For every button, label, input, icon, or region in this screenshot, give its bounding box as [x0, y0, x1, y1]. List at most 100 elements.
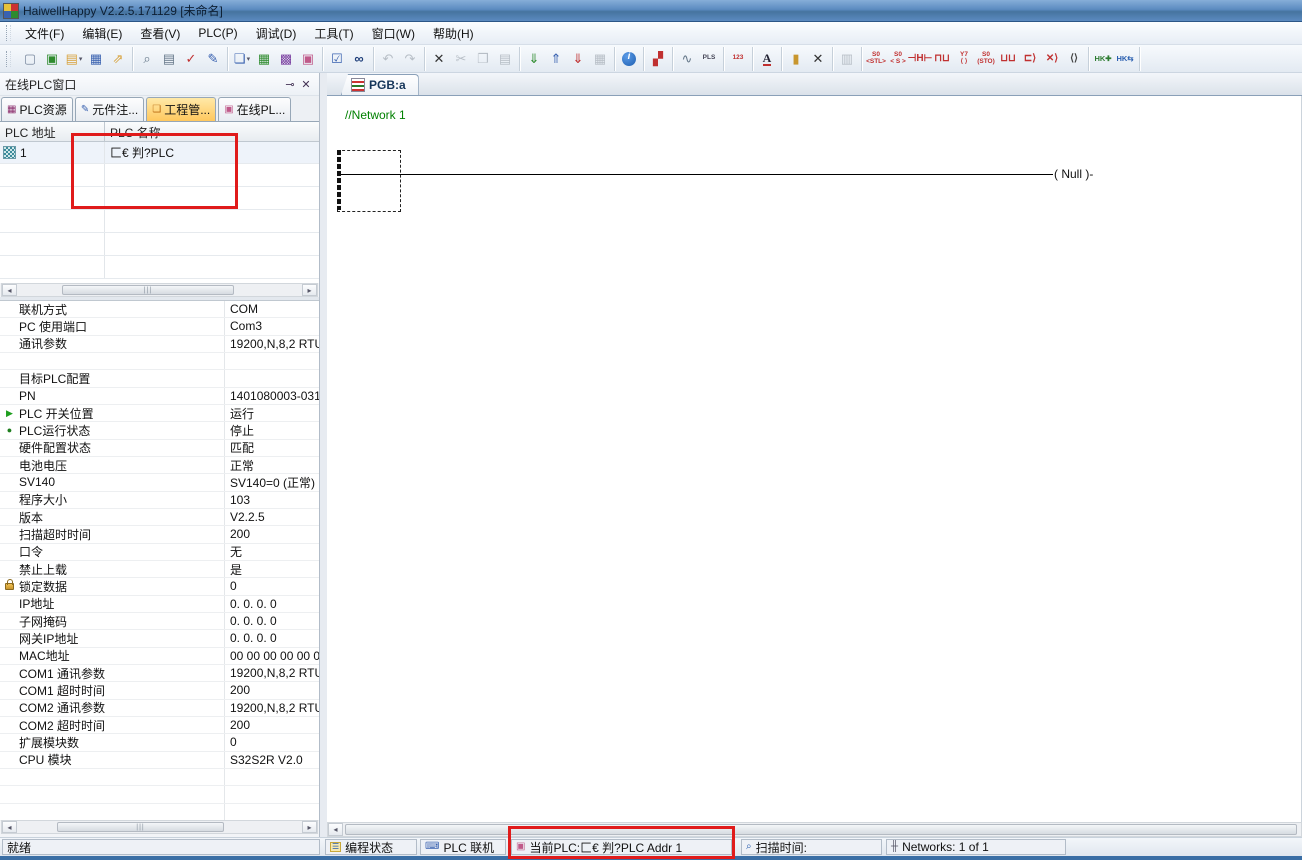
plc-upload-button[interactable]: ⇑: [545, 48, 567, 70]
document-tab-label: PGB:a: [369, 78, 406, 92]
panel-tab-label: PLC资源: [19, 101, 66, 118]
font-button[interactable]: A: [756, 48, 778, 70]
scroll-left-icon[interactable]: ◂: [2, 821, 17, 833]
find-button[interactable]: ∞: [348, 48, 370, 70]
empty-row: [0, 210, 319, 233]
editor-hscrollbar[interactable]: ◂: [327, 822, 1302, 837]
stl-button[interactable]: S0 <STL>: [865, 48, 887, 70]
coil-button[interactable]: ⊏⟩: [1019, 48, 1041, 70]
props-hscrollbar[interactable]: ◂ ||| ▸: [1, 820, 318, 834]
sto-button[interactable]: S0 (STO): [975, 48, 997, 70]
import-project-button[interactable]: ⇗: [107, 48, 129, 70]
hk-add-button[interactable]: HK✚: [1092, 48, 1114, 70]
open-project-button[interactable]: ▤▾: [63, 48, 85, 70]
app-icon: [4, 4, 18, 18]
toolbar-group: ⌕ ▤✓✎: [133, 47, 228, 71]
menu-item-3[interactable]: 查看(V): [131, 22, 189, 45]
status-scan-time-text: 扫描时间:: [756, 839, 807, 855]
property-row: [0, 353, 319, 370]
plc-info-button[interactable]: i: [618, 48, 640, 70]
menu-item-8[interactable]: 帮助(H): [424, 22, 483, 45]
toolbar-grip: [6, 25, 11, 41]
scroll-thumb[interactable]: [345, 824, 1297, 835]
panel-tab-label: 工程管...: [164, 101, 210, 118]
status-networks-text: Networks: 1 of 1: [902, 840, 989, 854]
pls-instruction-button[interactable]: PLS: [698, 48, 720, 70]
panel-tab-4[interactable]: ▣在线PL...: [218, 97, 291, 121]
tab-pgb-a[interactable]: PGB:a: [341, 74, 419, 95]
plc-download-run-icon: ⇓: [573, 52, 584, 65]
scroll-right-icon[interactable]: ▸: [302, 821, 317, 833]
hardware-config-button[interactable]: ▦: [253, 48, 275, 70]
dropdown-icon[interactable]: ▾: [79, 55, 83, 63]
print-button[interactable]: ▤: [158, 48, 180, 70]
window-title: HaiwellHappy V2.2.5.171129 [未命名]: [23, 2, 223, 19]
scroll-left-icon[interactable]: ◂: [2, 284, 17, 296]
delete-button[interactable]: ✕: [428, 48, 450, 70]
scroll-track[interactable]: |||: [17, 821, 302, 833]
print-preview-button[interactable]: ⌕: [136, 48, 158, 70]
save-icon: ▦: [90, 52, 102, 65]
property-label: PLC运行状态: [19, 422, 90, 439]
menu-item-2[interactable]: 编辑(E): [73, 22, 131, 45]
network-topology-button[interactable]: ▞: [647, 48, 669, 70]
scroll-track[interactable]: [343, 823, 1301, 836]
ladder-canvas[interactable]: //Network 1 ( Null )-: [327, 96, 1302, 822]
delete-coil-button[interactable]: ✕⟩: [1041, 48, 1063, 70]
memory-chip-button[interactable]: ▩: [275, 48, 297, 70]
contact-button[interactable]: ⊣H⊢: [909, 48, 931, 70]
pin-icon[interactable]: ⊸: [282, 78, 298, 91]
table-hscrollbar[interactable]: ◂ ||| ▸: [1, 283, 318, 297]
plc-compare-icon: ▦: [594, 52, 606, 65]
clear-button[interactable]: ✕: [807, 48, 829, 70]
menu-item-5[interactable]: 调试(D): [247, 22, 306, 45]
property-row: COM2 通讯参数19200,N,8,2 RTU: [0, 700, 319, 717]
scroll-right-icon[interactable]: ▸: [302, 284, 317, 296]
property-value: 0: [225, 579, 319, 593]
menu-item-7[interactable]: 窗口(W): [363, 22, 424, 45]
toolbar-group: A: [753, 47, 782, 71]
lock-button[interactable]: ▮: [785, 48, 807, 70]
menu-item-6[interactable]: 工具(T): [305, 22, 362, 45]
menu-item-4[interactable]: PLC(P): [189, 23, 246, 43]
property-row: 电池电压正常: [0, 457, 319, 474]
panel-tab-2[interactable]: ✎元件注...: [75, 97, 144, 121]
sto-icon: S0 (STO): [977, 52, 995, 65]
options-button[interactable]: ☑: [326, 48, 348, 70]
menu-item-1[interactable]: 文件(F): [16, 22, 73, 45]
save-button[interactable]: ▦: [85, 48, 107, 70]
plc-download-button[interactable]: ⇓: [523, 48, 545, 70]
doc-check-button[interactable]: ✓: [180, 48, 202, 70]
scroll-track[interactable]: |||: [17, 284, 302, 296]
scroll-thumb[interactable]: |||: [57, 822, 224, 832]
panel-tab-1[interactable]: ▦PLC资源: [1, 97, 73, 121]
window-list-button[interactable]: ❏▾: [231, 48, 253, 70]
compare-contact-button[interactable]: ⟨⟩: [1063, 48, 1085, 70]
debug-probe-button[interactable]: ∿: [676, 48, 698, 70]
print-preview-icon: ⌕: [143, 52, 150, 65]
monitor-table-button[interactable]: ▣: [297, 48, 319, 70]
plc-info-icon: i: [622, 52, 636, 66]
double-coil-button[interactable]: ⊔⊔: [997, 48, 1019, 70]
stl-set-button[interactable]: S0 < S >: [887, 48, 909, 70]
font-icon: A: [763, 52, 772, 66]
hk-swap-button[interactable]: HK⇆: [1114, 48, 1136, 70]
property-value: 19200,N,8,2 RTU: [225, 337, 319, 351]
double-coil-icon: ⊔⊔: [1000, 54, 1016, 64]
convert-il-button[interactable]: 123: [727, 48, 749, 70]
plc-download-run-button[interactable]: ⇓: [567, 48, 589, 70]
new-file-button[interactable]: ▢: [19, 48, 41, 70]
toolbar-group: ❏▾▦▩▣: [228, 47, 323, 71]
doc-edit-button[interactable]: ✎: [202, 48, 224, 70]
coil-y-button[interactable]: Y7 ⟨ ⟩: [953, 48, 975, 70]
close-icon[interactable]: ✕: [298, 78, 314, 91]
new-project-button[interactable]: ▣: [41, 48, 63, 70]
editor-area: PGB:a //Network 1 ( Null )- ◂: [327, 73, 1302, 837]
scroll-left-icon[interactable]: ◂: [328, 823, 343, 836]
dropdown-icon[interactable]: ▾: [247, 55, 251, 63]
panel-tab-3[interactable]: ❏工程管...: [146, 97, 216, 121]
property-value: 19200,N,8,2 RTU: [225, 701, 319, 715]
scroll-thumb[interactable]: |||: [62, 285, 234, 295]
property-label: COM2 超时时间: [19, 717, 105, 734]
branch-contact-button[interactable]: ⊓⊔: [931, 48, 953, 70]
